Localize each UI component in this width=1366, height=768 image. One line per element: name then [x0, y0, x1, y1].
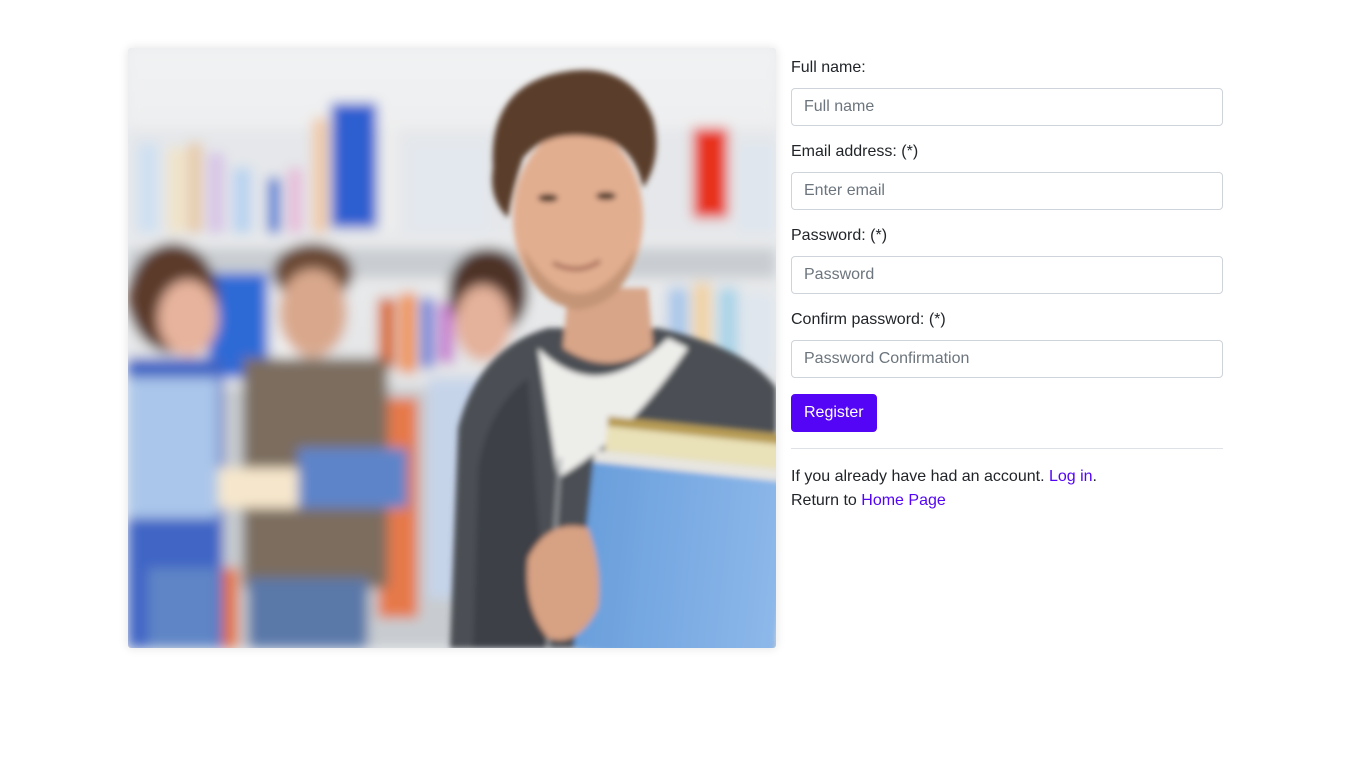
- register-form: Full name: Email address: (*) Password: …: [791, 56, 1223, 513]
- fullname-input[interactable]: [791, 88, 1223, 126]
- home-prompt-text: Return to: [791, 492, 862, 509]
- divider: [791, 448, 1223, 449]
- login-prompt-text: If you already have had an account.: [791, 468, 1049, 485]
- register-button[interactable]: Register: [791, 394, 877, 432]
- fullname-group: Full name:: [791, 56, 1223, 126]
- login-prompt: If you already have had an account. Log …: [791, 465, 1223, 489]
- home-page-link[interactable]: Home Page: [861, 492, 946, 509]
- email-group: Email address: (*): [791, 140, 1223, 210]
- confirm-password-group: Confirm password: (*): [791, 308, 1223, 378]
- login-link[interactable]: Log in: [1049, 468, 1093, 485]
- register-page: Full name: Email address: (*) Password: …: [0, 0, 1366, 768]
- home-prompt: Return to Home Page: [791, 489, 1223, 513]
- password-label: Password: (*): [791, 227, 888, 244]
- email-input[interactable]: [791, 172, 1223, 210]
- hero-image: [128, 48, 776, 648]
- email-label: Email address: (*): [791, 143, 919, 160]
- password-group: Password: (*): [791, 224, 1223, 294]
- confirm-password-label: Confirm password: (*): [791, 311, 946, 328]
- password-input[interactable]: [791, 256, 1223, 294]
- login-prompt-suffix: .: [1092, 468, 1097, 485]
- fullname-label: Full name:: [791, 59, 866, 76]
- confirm-password-input[interactable]: [791, 340, 1223, 378]
